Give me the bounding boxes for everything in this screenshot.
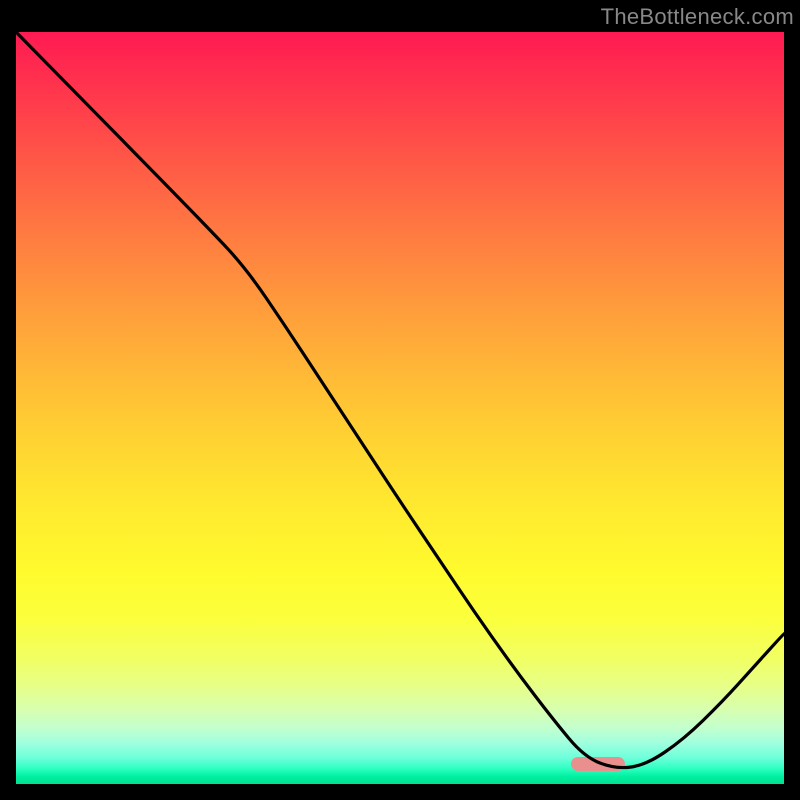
bottleneck-curve [16, 32, 784, 784]
plot-area [16, 32, 784, 784]
watermark-text: TheBottleneck.com [601, 4, 794, 30]
chart-frame: TheBottleneck.com [0, 0, 800, 800]
